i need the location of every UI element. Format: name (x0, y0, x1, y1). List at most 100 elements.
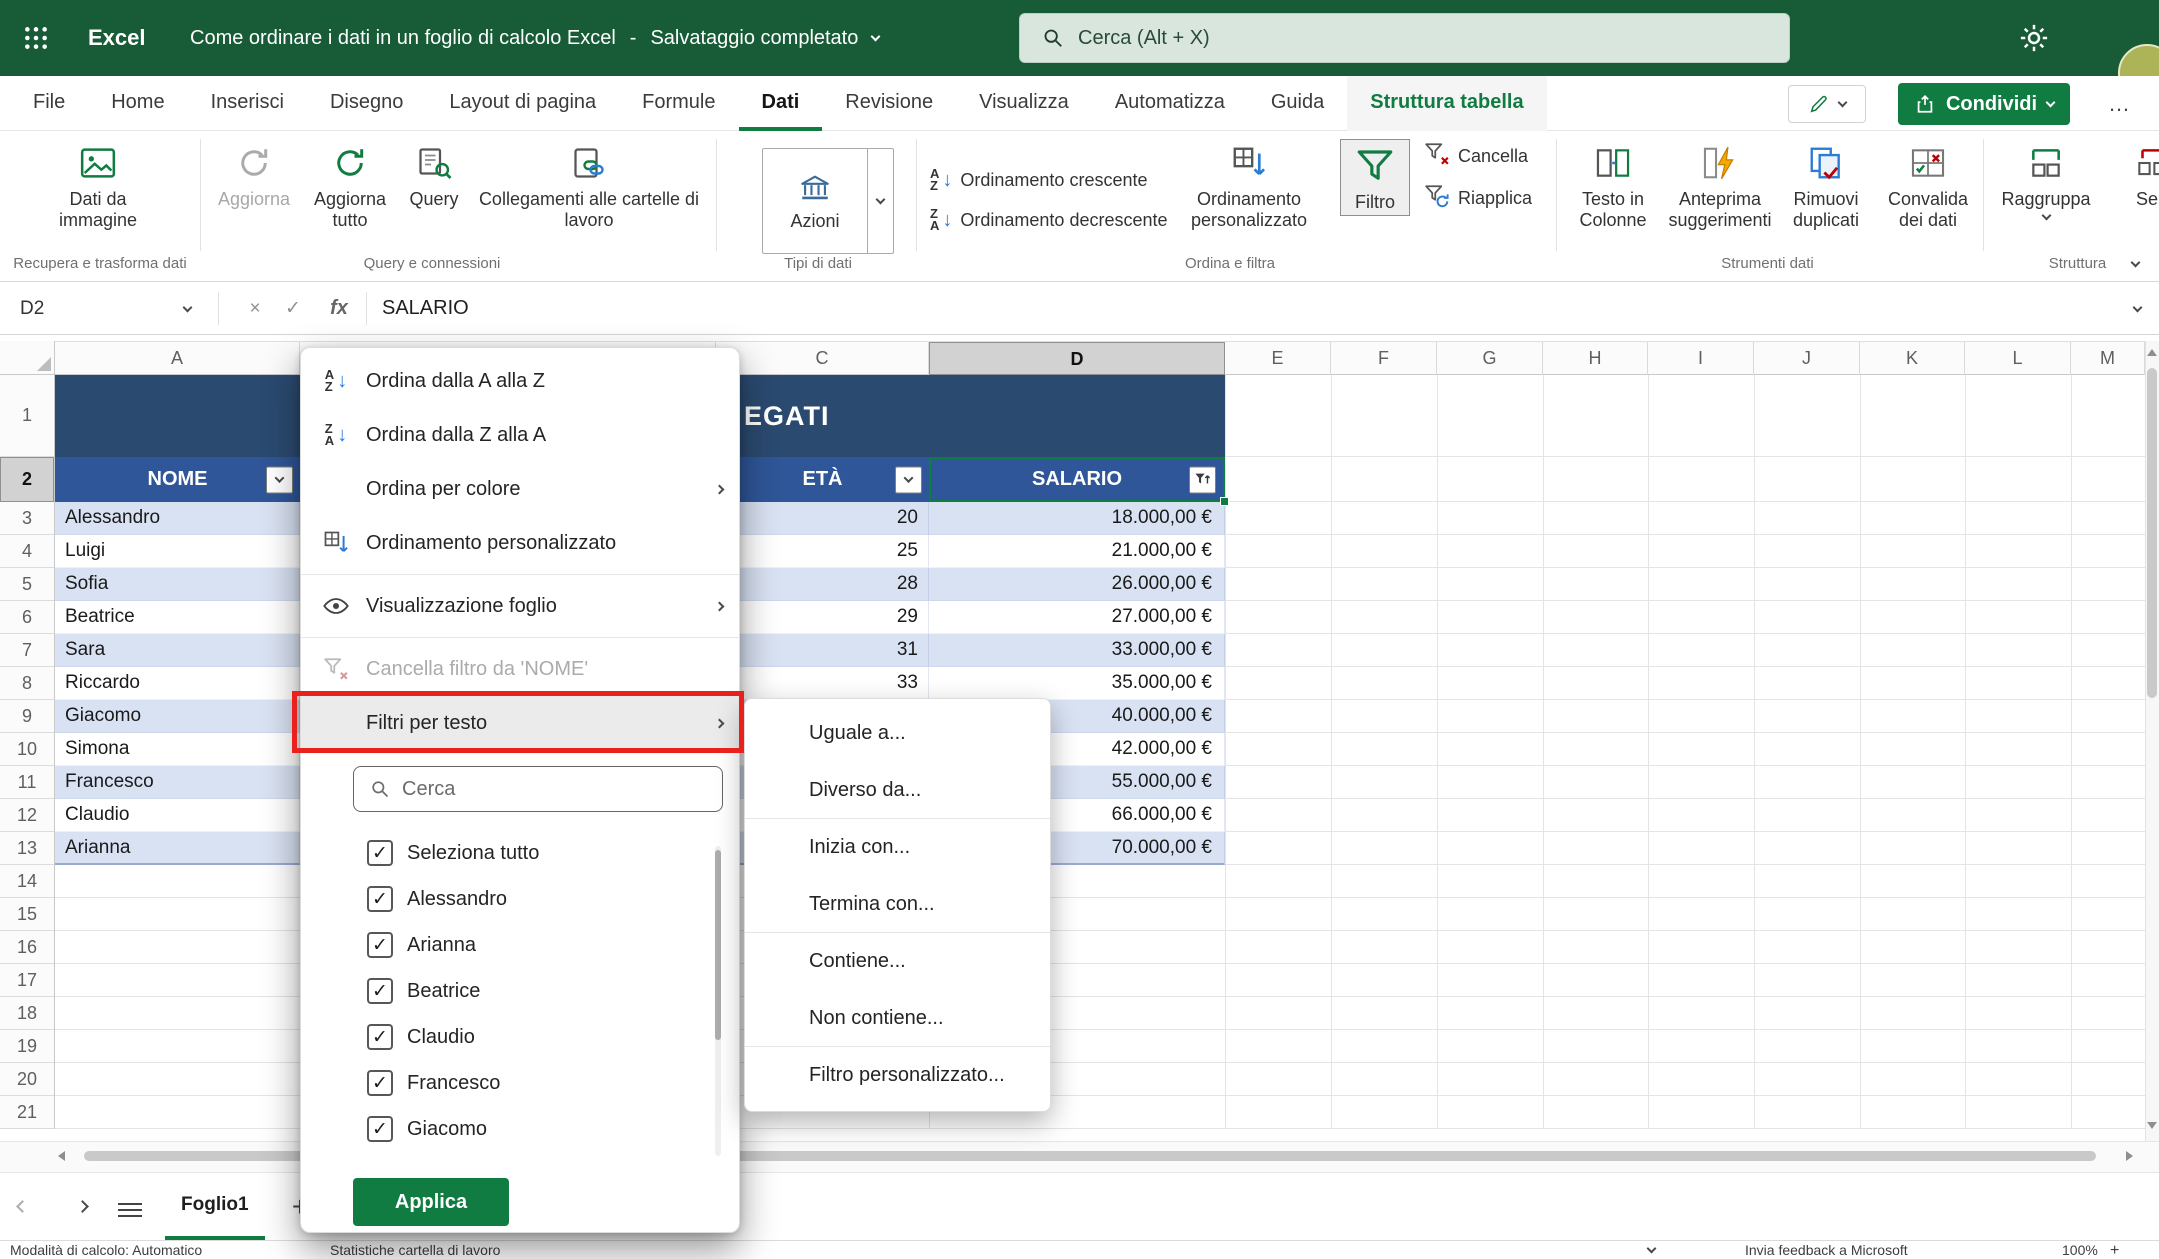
insert-function-button[interactable]: fx (322, 282, 356, 335)
avatar[interactable] (2118, 44, 2159, 76)
cell-salario[interactable]: 33.000,00 € (929, 634, 1225, 667)
document-title[interactable]: Come ordinare i dati in un foglio di cal… (190, 0, 879, 76)
cell-eta[interactable]: 28 (716, 568, 929, 601)
checkbox-icon[interactable] (367, 840, 393, 866)
cell-salario[interactable]: 35.000,00 € (929, 667, 1225, 700)
checkbox-icon[interactable] (367, 932, 393, 958)
filter-value-item[interactable]: Arianna (301, 922, 739, 968)
row-header[interactable]: 9 (0, 700, 54, 733)
refresh-button[interactable]: Aggiorna (210, 139, 298, 210)
ribbon-tab[interactable]: Dati (739, 76, 823, 131)
cell-nome[interactable]: Beatrice (55, 601, 300, 634)
submenu-item[interactable]: Contiene... (745, 933, 1050, 990)
filter-value-item[interactable]: Beatrice (301, 968, 739, 1014)
draw-tool-button[interactable] (1788, 85, 1866, 123)
row-header[interactable]: 12 (0, 799, 54, 832)
calc-mode-status[interactable]: Modalità di calcolo: Automatico (10, 1241, 202, 1259)
actions-item[interactable]: Azioni (763, 149, 867, 253)
ribbon-tab[interactable]: Formule (619, 76, 738, 131)
submenu-item[interactable]: Diverso da... (745, 762, 1050, 819)
cell-eta[interactable]: 33 (716, 667, 929, 700)
row-header[interactable]: 18 (0, 997, 54, 1030)
column-header[interactable]: K (1860, 342, 1965, 375)
row-header[interactable]: 6 (0, 601, 54, 634)
feedback-link[interactable]: Invia feedback a Microsoft (1745, 1241, 1908, 1259)
row-header[interactable]: 5 (0, 568, 54, 601)
cell-eta[interactable]: 31 (716, 634, 929, 667)
sheet-list-menu-icon[interactable] (118, 1199, 142, 1221)
formula-input[interactable]: SALARIO (382, 282, 469, 335)
filter-dropdown-nome[interactable] (266, 466, 293, 493)
zoom-level[interactable]: 100% (2062, 1241, 2098, 1259)
ribbon-tab[interactable]: Layout di pagina (426, 76, 619, 131)
menu-item-sort-by-color[interactable]: Ordina per colore (301, 462, 739, 516)
filter-search-box[interactable] (353, 766, 723, 812)
cell-salario[interactable]: 21.000,00 € (929, 535, 1225, 568)
row-header[interactable]: 2 (0, 457, 54, 502)
row-header[interactable]: 8 (0, 667, 54, 700)
column-header[interactable]: E (1225, 342, 1331, 375)
cell-nome[interactable]: Francesco (55, 766, 300, 799)
vertical-scrollbar-thumb[interactable] (2147, 368, 2157, 698)
cell-nome[interactable]: Giacomo (55, 700, 300, 733)
submenu-item[interactable]: Termina con... (745, 876, 1050, 933)
menu-item-clear-filter[interactable]: Cancella filtro da 'NOME' (301, 642, 739, 696)
row-header[interactable]: 3 (0, 502, 54, 535)
app-name[interactable]: Excel (88, 0, 146, 76)
column-header[interactable]: F (1331, 342, 1437, 375)
row-header[interactable]: 11 (0, 766, 54, 799)
filter-dropdown-eta[interactable] (895, 466, 922, 493)
cell-nome[interactable]: Sofia (55, 568, 300, 601)
submenu-item[interactable]: Inizia con... (745, 819, 1050, 876)
cell-salario[interactable]: 26.000,00 € (929, 568, 1225, 601)
scroll-left-arrow-icon[interactable] (58, 1151, 65, 1161)
row-header[interactable]: 10 (0, 733, 54, 766)
sort-ascending-button[interactable]: AZ↓ Ordinamento crescente (930, 162, 1147, 198)
cell-salario[interactable]: 18.000,00 € (929, 502, 1225, 535)
app-launcher-button[interactable] (14, 16, 58, 60)
next-sheet-chevron-icon[interactable] (76, 1200, 89, 1213)
checkbox-icon[interactable] (367, 886, 393, 912)
cell-salario[interactable]: 27.000,00 € (929, 601, 1225, 634)
filter-value-item[interactable]: Claudio (301, 1014, 739, 1060)
header-cell-eta[interactable]: ETÀ (716, 457, 929, 502)
header-cell-salario selected-cell[interactable]: SALARIO (929, 457, 1225, 502)
status-chevron-icon[interactable] (1647, 1244, 1657, 1254)
menu-item-text-filters[interactable]: Filtri per testo (301, 696, 739, 750)
workbook-stats-status[interactable]: Statistiche cartella di lavoro (330, 1241, 500, 1259)
checkbox-icon[interactable] (367, 1070, 393, 1096)
menu-item-sheet-view[interactable]: Visualizzazione foglio (301, 579, 739, 633)
cell-eta[interactable]: 25 (716, 535, 929, 568)
search-box[interactable] (1019, 13, 1790, 63)
column-header[interactable]: L (1965, 342, 2071, 375)
remove-duplicates-button[interactable]: Rimuovi duplicati (1780, 139, 1872, 231)
reapply-filter-button[interactable]: Riapplica (1424, 181, 1532, 215)
ribbon-tab[interactable]: Struttura tabella (1347, 76, 1546, 131)
filter-value-item[interactable]: Alessandro (301, 876, 739, 922)
row-header[interactable]: 17 (0, 964, 54, 997)
column-header[interactable]: H (1543, 342, 1648, 375)
menu-item-sort-az[interactable]: AZ↓ Ordina dalla A alla Z (301, 354, 739, 408)
select-all-corner[interactable] (0, 341, 55, 375)
name-box-chevron-icon[interactable] (183, 303, 193, 313)
expand-formula-bar-chevron-icon[interactable] (2133, 303, 2143, 313)
gallery-dropdown-button[interactable] (867, 149, 893, 253)
sheet-tab-foglio1[interactable]: Foglio1 (165, 1173, 265, 1240)
column-header[interactable]: G (1437, 342, 1543, 375)
row-header[interactable]: 4 (0, 535, 54, 568)
workbook-links-button[interactable]: Collegamenti alle cartelle di lavoro (470, 139, 708, 231)
data-types-gallery[interactable]: Azioni (762, 148, 894, 254)
header-cell-nome[interactable]: NOME (55, 457, 300, 502)
row-header[interactable]: 13 (0, 832, 54, 865)
query-button[interactable]: Query (402, 139, 466, 210)
filter-list-scrollbar[interactable] (715, 846, 721, 1156)
filter-value-item[interactable]: Francesco (301, 1060, 739, 1106)
row-header[interactable]: 21 (0, 1096, 54, 1129)
row-header[interactable]: 1 (0, 375, 54, 457)
share-button[interactable]: Condividi (1898, 83, 2070, 125)
submenu-item[interactable]: Non contiene... (745, 990, 1050, 1047)
group-button[interactable]: Raggruppa (1996, 139, 2096, 219)
menu-item-custom-sort[interactable]: Ordinamento personalizzato (301, 516, 739, 570)
cell-nome[interactable]: Simona (55, 733, 300, 766)
cell-eta[interactable]: 20 (716, 502, 929, 535)
